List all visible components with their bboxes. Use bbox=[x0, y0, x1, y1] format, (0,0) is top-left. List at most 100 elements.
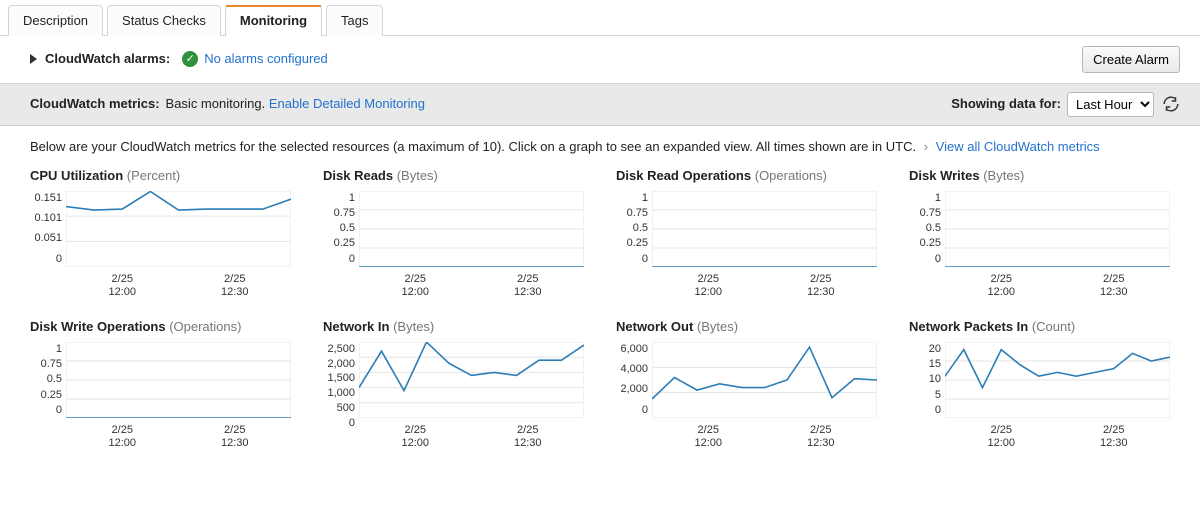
x-tick: 2/2512:30 bbox=[221, 273, 249, 301]
x-tick: 2/2512:30 bbox=[807, 273, 835, 301]
y-tick: 0 bbox=[616, 403, 648, 418]
expand-icon[interactable] bbox=[30, 54, 37, 64]
y-tick: 6,000 bbox=[616, 342, 648, 357]
x-tick: 2/2512:30 bbox=[221, 424, 249, 452]
chart-unit: (Bytes) bbox=[983, 168, 1024, 183]
y-tick: 0.25 bbox=[616, 236, 648, 251]
y-tick: 0.101 bbox=[30, 211, 62, 226]
x-tick: 2/2512:30 bbox=[1100, 424, 1128, 452]
chart-title: Network In bbox=[323, 319, 389, 334]
chart-title: Network Packets In bbox=[909, 319, 1028, 334]
x-tick: 2/2512:00 bbox=[401, 273, 429, 301]
tab-status-checks[interactable]: Status Checks bbox=[107, 5, 221, 36]
y-tick: 20 bbox=[909, 342, 941, 357]
x-tick: 2/2512:30 bbox=[514, 273, 542, 301]
y-tick: 0 bbox=[909, 252, 941, 267]
chart-disk-reads[interactable]: Disk Reads (Bytes) 10.750.50.250 2/2512:00… bbox=[323, 167, 584, 300]
cloudwatch-alarms-row: CloudWatch alarms: ✓ No alarms configure… bbox=[0, 35, 1200, 84]
x-tick: 2/2512:00 bbox=[987, 273, 1015, 301]
metrics-label: CloudWatch metrics: bbox=[30, 95, 160, 113]
x-tick: 2/2512:00 bbox=[987, 424, 1015, 452]
chart-unit: (Bytes) bbox=[697, 319, 738, 334]
tab-tags[interactable]: Tags bbox=[326, 5, 383, 36]
alarms-status-link[interactable]: No alarms configured bbox=[204, 50, 328, 68]
chart-title: Disk Reads bbox=[323, 168, 393, 183]
y-tick: 2,500 bbox=[323, 342, 355, 357]
tabs: Description Status Checks Monitoring Tag… bbox=[0, 0, 1200, 35]
y-tick: 0.25 bbox=[909, 236, 941, 251]
y-tick: 0.5 bbox=[323, 221, 355, 236]
y-tick: 0 bbox=[323, 416, 355, 431]
y-tick: 1 bbox=[30, 342, 62, 357]
chart-network-out[interactable]: Network Out (Bytes) 6,000 4,000 2,000 0 2/251… bbox=[616, 318, 877, 451]
y-tick: 0.25 bbox=[30, 388, 62, 403]
y-tick: 1 bbox=[323, 191, 355, 206]
x-tick: 2/2512:00 bbox=[694, 273, 722, 301]
chart-unit: (Count) bbox=[1032, 319, 1075, 334]
alarms-label: CloudWatch alarms: bbox=[45, 50, 170, 68]
y-tick: 0.75 bbox=[323, 206, 355, 221]
chart-network-packets-in[interactable]: Network Packets In (Count) 20151050 2/2512… bbox=[909, 318, 1170, 451]
y-tick: 0.5 bbox=[30, 372, 62, 387]
metrics-description-text: Below are your CloudWatch metrics for th… bbox=[30, 139, 916, 154]
view-all-metrics-link[interactable]: View all CloudWatch metrics bbox=[936, 139, 1100, 154]
showing-label: Showing data for: bbox=[951, 95, 1061, 113]
y-tick: 0.5 bbox=[616, 221, 648, 236]
tab-monitoring[interactable]: Monitoring bbox=[225, 5, 322, 36]
chart-unit: (Bytes) bbox=[393, 319, 434, 334]
chart-disk-writes[interactable]: Disk Writes (Bytes) 10.750.50.250 2/2512:0… bbox=[909, 167, 1170, 300]
y-tick: 0.25 bbox=[323, 236, 355, 251]
y-tick: 10 bbox=[909, 372, 941, 387]
y-tick: 0 bbox=[909, 403, 941, 418]
x-tick: 2/2512:00 bbox=[108, 424, 136, 452]
x-tick: 2/2512:30 bbox=[1100, 273, 1128, 301]
chart-disk-write-operations[interactable]: Disk Write Operations (Operations)10.750… bbox=[30, 318, 291, 451]
chart-title: Disk Writes bbox=[909, 168, 980, 183]
y-tick: 0.75 bbox=[909, 206, 941, 221]
y-tick: 0.75 bbox=[30, 357, 62, 372]
y-tick: 1 bbox=[616, 191, 648, 206]
x-tick: 2/2512:00 bbox=[108, 273, 136, 301]
y-tick: 0 bbox=[30, 252, 62, 267]
chart-title: CPU Utilization bbox=[30, 168, 123, 183]
chart-unit: (Operations) bbox=[169, 319, 241, 334]
chart-title: Network Out bbox=[616, 319, 693, 334]
x-tick: 2/2512:30 bbox=[807, 424, 835, 452]
x-tick: 2/2512:00 bbox=[694, 424, 722, 452]
y-tick: 2,000 bbox=[616, 382, 648, 397]
y-tick: 0.5 bbox=[909, 221, 941, 236]
chart-grid: CPU Utilization (Percent)0.1510.1010.051… bbox=[0, 159, 1200, 471]
y-tick: 1 bbox=[909, 191, 941, 206]
y-tick: 4,000 bbox=[616, 362, 648, 377]
refresh-icon[interactable] bbox=[1162, 95, 1180, 113]
create-alarm-button[interactable]: Create Alarm bbox=[1082, 46, 1180, 73]
chart-unit: (Bytes) bbox=[397, 168, 438, 183]
metrics-description: Below are your CloudWatch metrics for th… bbox=[0, 126, 1200, 160]
chart-cpu-utilization[interactable]: CPU Utilization (Percent)0.1510.1010.051… bbox=[30, 167, 291, 300]
chart-disk-read-operations[interactable]: Disk Read Operations (Operations)10.750.… bbox=[616, 167, 877, 300]
y-tick: 1,500 bbox=[323, 371, 355, 386]
y-tick: 0.75 bbox=[616, 206, 648, 221]
cloudwatch-metrics-bar: CloudWatch metrics: Basic monitoring. En… bbox=[0, 84, 1200, 126]
check-circle-icon: ✓ bbox=[182, 51, 198, 67]
time-range-select[interactable]: Last Hour bbox=[1067, 92, 1154, 117]
chart-network-in[interactable]: Network In (Bytes) 2,5002,0001,5001,00050… bbox=[323, 318, 584, 451]
y-tick: 0.051 bbox=[30, 231, 62, 246]
y-tick: 2,000 bbox=[323, 357, 355, 372]
tab-description[interactable]: Description bbox=[8, 5, 103, 36]
enable-detailed-monitoring-link[interactable]: Enable Detailed Monitoring bbox=[269, 95, 425, 113]
x-tick: 2/2512:30 bbox=[514, 424, 542, 452]
chart-title: Disk Write Operations bbox=[30, 319, 166, 334]
chevron-right-icon: › bbox=[924, 139, 928, 154]
y-tick: 5 bbox=[909, 388, 941, 403]
y-tick: 15 bbox=[909, 357, 941, 372]
chart-title: Disk Read Operations bbox=[616, 168, 751, 183]
y-tick: 0 bbox=[323, 252, 355, 267]
y-tick: 0 bbox=[30, 403, 62, 418]
y-tick: 1,000 bbox=[323, 386, 355, 401]
chart-unit: (Operations) bbox=[755, 168, 827, 183]
y-tick: 0.151 bbox=[30, 191, 62, 206]
y-tick: 500 bbox=[323, 401, 355, 416]
x-tick: 2/2512:00 bbox=[401, 424, 429, 452]
y-tick: 0 bbox=[616, 252, 648, 267]
